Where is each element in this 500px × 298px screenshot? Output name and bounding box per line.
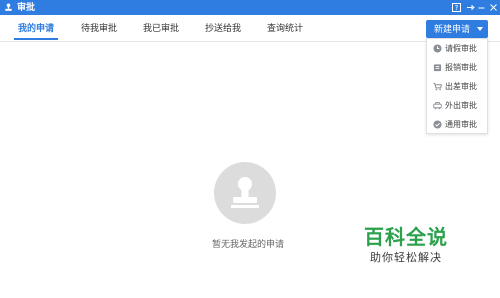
window-title: 审批 xyxy=(17,2,36,12)
menu-item-leave[interactable]: 请假审批 xyxy=(427,39,487,58)
menu-item-reimbursement[interactable]: 报销审批 xyxy=(427,58,487,77)
stamp-icon xyxy=(231,177,259,208)
new-request-button[interactable]: 新建申请 xyxy=(426,20,488,38)
menu-item-label: 报销审批 xyxy=(445,63,477,72)
svg-text:?: ? xyxy=(455,4,459,12)
close-icon[interactable] xyxy=(488,2,499,13)
check-circle-icon xyxy=(433,120,442,129)
car-icon xyxy=(433,102,442,110)
clock-icon xyxy=(433,44,442,53)
chevron-down-icon[interactable] xyxy=(477,27,483,31)
help-icon[interactable]: ? xyxy=(451,2,462,13)
menu-item-label: 请假审批 xyxy=(445,44,477,53)
stamp-app-icon xyxy=(5,3,12,11)
menu-item-label: 出差审批 xyxy=(445,82,477,91)
tab-bar: 我的申请 待我审批 我已审批 抄送给我 查询统计 xyxy=(0,15,500,42)
watermark-subtitle: 助你轻松解决 xyxy=(370,252,442,264)
cart-icon xyxy=(433,82,442,91)
minimize-icon[interactable] xyxy=(476,2,487,13)
tab-pending-my-approval[interactable]: 待我审批 xyxy=(81,22,117,34)
empty-state-illustration xyxy=(214,162,276,224)
menu-item-label: 外出审批 xyxy=(445,101,477,110)
title-bar: 审批 ? xyxy=(0,0,500,15)
new-request-label: 新建申请 xyxy=(434,24,471,34)
tab-approved-by-me[interactable]: 我已审批 xyxy=(143,22,179,34)
menu-item-general[interactable]: 通用审批 xyxy=(427,115,487,134)
pin-icon[interactable] xyxy=(465,2,476,13)
active-tab-indicator xyxy=(14,38,58,40)
menu-item-going-out[interactable]: 外出审批 xyxy=(427,96,487,115)
tab-divider xyxy=(0,41,500,42)
new-request-menu: 请假审批 报销审批 出差审批 外出审批 通用审批 xyxy=(426,38,488,134)
wallet-icon xyxy=(433,64,442,72)
watermark-logo-text: 百科全说 xyxy=(364,227,448,249)
empty-state-text: 暂无我发起的申请 xyxy=(212,239,285,249)
tab-cc-to-me[interactable]: 抄送给我 xyxy=(205,22,241,34)
tab-my-requests[interactable]: 我的申请 xyxy=(18,22,54,34)
tab-query-statistics[interactable]: 查询统计 xyxy=(267,22,303,34)
menu-item-label: 通用审批 xyxy=(445,120,477,129)
menu-item-business-trip[interactable]: 出差审批 xyxy=(427,77,487,96)
